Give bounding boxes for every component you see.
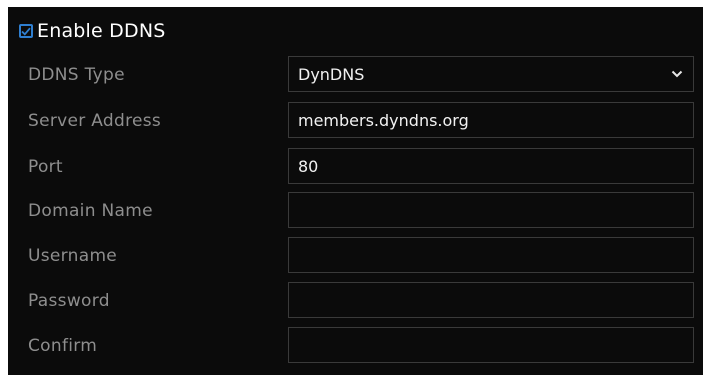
confirm-label: Confirm — [28, 336, 98, 356]
domain-name-row: Domain Name — [8, 191, 703, 231]
password-row: Password — [8, 281, 703, 321]
domain-name-label: Domain Name — [28, 201, 153, 221]
server-address-row: Server Address — [8, 101, 703, 141]
username-input[interactable] — [288, 237, 694, 273]
domain-name-input[interactable] — [288, 192, 694, 228]
confirm-password-input[interactable] — [288, 327, 694, 363]
ddns-type-label: DDNS Type — [28, 65, 125, 85]
server-address-label: Server Address — [28, 111, 162, 131]
enable-ddns-row[interactable]: Enable DDNS — [19, 19, 166, 43]
ddns-type-value: DynDNS — [298, 64, 365, 84]
ddns-settings-panel: Enable DDNS DDNS Type DynDNS Server Addr… — [8, 7, 703, 375]
enable-ddns-label: Enable DDNS — [37, 20, 166, 42]
password-label: Password — [28, 291, 110, 311]
ddns-type-row: DDNS Type DynDNS — [8, 55, 703, 95]
enable-ddns-checkbox[interactable] — [19, 24, 33, 38]
port-row: Port — [8, 147, 703, 187]
username-label: Username — [28, 246, 118, 266]
checkmark-icon — [21, 27, 31, 36]
ddns-type-select[interactable]: DynDNS — [288, 56, 694, 92]
port-input[interactable] — [288, 148, 694, 184]
chevron-down-icon[interactable] — [671, 70, 683, 78]
port-label: Port — [28, 157, 63, 177]
server-address-input[interactable] — [288, 102, 694, 138]
confirm-row: Confirm — [8, 326, 703, 366]
username-row: Username — [8, 236, 703, 276]
password-input[interactable] — [288, 282, 694, 318]
